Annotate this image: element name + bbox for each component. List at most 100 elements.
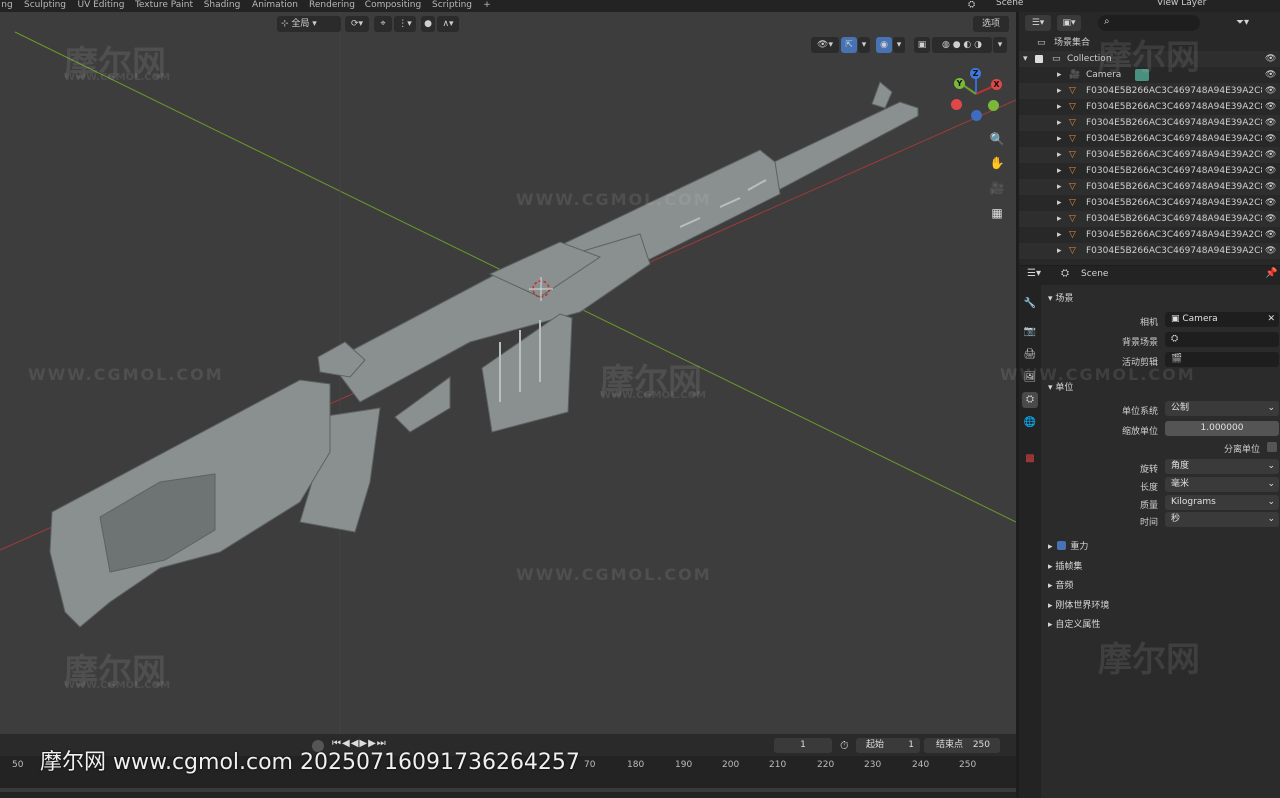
- neg-y-axis-icon[interactable]: [988, 100, 999, 111]
- eye-icon[interactable]: 👁: [1265, 211, 1276, 227]
- separate-units-label: 分离单位: [1223, 445, 1260, 455]
- options-dropdown[interactable]: 选项: [973, 16, 1009, 32]
- render-tab-icon[interactable]: 📷: [1022, 324, 1038, 340]
- overlay-toggle[interactable]: ◉: [876, 37, 892, 53]
- keying-sets-section[interactable]: ▸ 插帧集: [1048, 559, 1082, 572]
- overlay-dropdown[interactable]: ▾: [893, 37, 905, 53]
- tab-sculpting[interactable]: Sculpting: [20, 0, 70, 12]
- outliner-object-row[interactable]: ▸ ▽ F0304E5B266AC3C469748A94E39A2C8(👁: [1019, 163, 1280, 179]
- visibility-dropdown[interactable]: 👁▾: [811, 37, 839, 53]
- gizmo-toggle[interactable]: ⇱: [841, 37, 857, 53]
- eye-icon[interactable]: 👁: [1265, 131, 1276, 147]
- eye-icon[interactable]: 👁: [1265, 99, 1276, 115]
- current-frame-field[interactable]: 1: [774, 738, 832, 753]
- unit-scale-field[interactable]: 1.000000: [1165, 421, 1279, 436]
- camera-view-icon[interactable]: 🎥: [986, 177, 1008, 199]
- clear-icon[interactable]: ✕: [1267, 312, 1275, 327]
- outliner-object-row[interactable]: ▸ ▽ F0304E5B266AC3C469748A94E39A2C8(👁: [1019, 83, 1280, 99]
- x-axis-icon[interactable]: X: [991, 79, 1002, 90]
- scene-icon: ⛭: [968, 0, 976, 10]
- pin-icon[interactable]: 📌: [1265, 268, 1277, 279]
- snap-settings-button[interactable]: ⋮▾: [394, 16, 416, 32]
- outliner-object-row[interactable]: ▸ ▽ F0304E5B266AC3C469748A94E39A2C8(👁: [1019, 195, 1280, 211]
- gravity-section[interactable]: ▸ 重力: [1048, 539, 1088, 552]
- eye-icon[interactable]: 👁: [1265, 83, 1276, 99]
- perspective-grid-icon[interactable]: ▦: [986, 202, 1008, 224]
- timeline-scrollbar[interactable]: [0, 788, 1016, 792]
- eye-icon[interactable]: 👁: [1265, 243, 1276, 259]
- mass-dropdown[interactable]: Kilograms ⌄: [1165, 495, 1279, 510]
- outliner-object-row[interactable]: ▸ ▽ F0304E5B266AC3C469748A94E39A2C8(👁: [1019, 131, 1280, 147]
- outliner-object-row[interactable]: ▸ ▽ F0304E5B266AC3C469748A94E39A2C8(👁: [1019, 243, 1280, 259]
- view-layer-selector[interactable]: View Layer: [1157, 0, 1237, 8]
- tab-animation[interactable]: Animation: [248, 0, 302, 12]
- scene-selector[interactable]: Scene: [996, 0, 1076, 8]
- camera-field[interactable]: ▣ Camera ✕: [1165, 312, 1279, 327]
- pan-hand-icon[interactable]: ✋: [986, 152, 1008, 174]
- outliner-object-row[interactable]: ▸ ▽ F0304E5B266AC3C469748A94E39A2C8(👁: [1019, 211, 1280, 227]
- tool-tab-icon[interactable]: 🔧: [1022, 296, 1038, 312]
- tab-scripting[interactable]: Scripting: [428, 0, 476, 12]
- tab-uv-editing[interactable]: UV Editing: [74, 0, 128, 12]
- eye-icon[interactable]: 👁: [1265, 147, 1276, 163]
- scene-tab-icon[interactable]: ⛭: [1022, 392, 1038, 408]
- include-checkbox[interactable]: [1035, 55, 1043, 63]
- background-scene-field[interactable]: ⛭: [1165, 332, 1279, 347]
- xray-toggle[interactable]: ▣: [914, 37, 930, 53]
- shading-dropdown[interactable]: ▾: [993, 37, 1007, 53]
- expand-arrow-icon: ▸: [1057, 230, 1062, 240]
- neg-z-axis-icon[interactable]: [971, 110, 982, 121]
- pivot-point-button[interactable]: ⟳▾: [345, 16, 369, 32]
- end-frame-field[interactable]: 结束点 250: [924, 738, 1000, 753]
- rigid-body-section[interactable]: ▸ 刚体世界环境: [1048, 598, 1109, 611]
- eye-icon[interactable]: 👁: [1265, 227, 1276, 243]
- audio-section[interactable]: ▸ 音频: [1048, 578, 1073, 591]
- eye-icon[interactable]: 👁: [1265, 51, 1276, 67]
- add-workspace-button[interactable]: +: [480, 0, 494, 12]
- time-dropdown[interactable]: 秒 ⌄: [1165, 512, 1279, 527]
- gravity-checkbox[interactable]: [1057, 541, 1067, 550]
- shading-mode-buttons[interactable]: ◍ ● ◐ ◑: [932, 37, 992, 53]
- world-tab-icon[interactable]: 🌐: [1022, 415, 1038, 431]
- eye-icon[interactable]: 👁: [1265, 195, 1276, 211]
- outliner-search-input[interactable]: ⌕: [1098, 15, 1200, 31]
- y-axis-icon[interactable]: Y: [954, 78, 965, 89]
- scene-section-header[interactable]: ▾ 场景: [1048, 291, 1073, 304]
- tab-compositing[interactable]: Compositing: [362, 0, 424, 12]
- filter-type-dropdown[interactable]: ▣▾: [1057, 15, 1081, 31]
- navigation-gizmo[interactable]: Z Y X: [950, 66, 1006, 122]
- tab-texture-paint[interactable]: Texture Paint: [132, 0, 196, 12]
- length-dropdown[interactable]: 毫米 ⌄: [1165, 477, 1279, 492]
- outliner-object-row[interactable]: ▸ ▽ F0304E5B266AC3C469748A94E39A2C8(👁: [1019, 147, 1280, 163]
- eye-icon[interactable]: 👁: [1265, 67, 1276, 83]
- snap-toggle[interactable]: ⌖: [374, 16, 392, 32]
- unit-system-dropdown[interactable]: 公制 ⌄: [1165, 401, 1279, 416]
- start-frame-field[interactable]: 起始 1: [856, 738, 920, 753]
- rotation-dropdown[interactable]: 角度 ⌄: [1165, 459, 1279, 474]
- proportional-edit-toggle[interactable]: ●: [421, 16, 435, 32]
- tab-rendering[interactable]: Rendering: [306, 0, 358, 12]
- outliner-object-row[interactable]: ▸ ▽ F0304E5B266AC3C469748A94E39A2C8(👁: [1019, 227, 1280, 243]
- neg-x-axis-icon[interactable]: [951, 99, 962, 110]
- display-mode-dropdown[interactable]: ☰▾: [1025, 15, 1051, 31]
- output-tab-icon[interactable]: 🖨: [1022, 347, 1038, 363]
- eye-icon[interactable]: 👁: [1265, 179, 1276, 195]
- zoom-icon[interactable]: 🔍: [986, 128, 1008, 150]
- eye-icon[interactable]: 👁: [1265, 163, 1276, 179]
- outliner-object-row[interactable]: ▸ ▽ F0304E5B266AC3C469748A94E39A2C8(👁: [1019, 115, 1280, 131]
- filter-icon[interactable]: ⏷▾: [1236, 15, 1260, 31]
- outliner-object-row[interactable]: ▸ ▽ F0304E5B266AC3C469748A94E39A2C8(👁: [1019, 99, 1280, 115]
- gizmo-dropdown[interactable]: ▾: [858, 37, 870, 53]
- outliner-object-row[interactable]: ▸ ▽ F0304E5B266AC3C469748A94E39A2C8(👁: [1019, 179, 1280, 195]
- tab-shading[interactable]: Shading: [200, 0, 244, 12]
- transform-orientation-dropdown[interactable]: ⊹ 全局 ▾: [277, 16, 341, 32]
- tab-layout[interactable]: ng: [0, 0, 14, 12]
- separate-units-checkbox[interactable]: [1267, 442, 1277, 452]
- z-axis-icon[interactable]: Z: [970, 68, 981, 79]
- editor-type-icon[interactable]: ☰▾: [1027, 268, 1041, 279]
- proportional-falloff-button[interactable]: ∧▾: [437, 16, 459, 32]
- texture-tab-icon[interactable]: ▩: [1022, 451, 1038, 467]
- custom-props-section[interactable]: ▸ 自定义属性: [1048, 617, 1100, 630]
- 3d-viewport[interactable]: 摩尔网 WWW.CGMOL.COM 摩尔网 WWW.CGMOL.COM 摩尔网 …: [0, 12, 1016, 734]
- eye-icon[interactable]: 👁: [1265, 115, 1276, 131]
